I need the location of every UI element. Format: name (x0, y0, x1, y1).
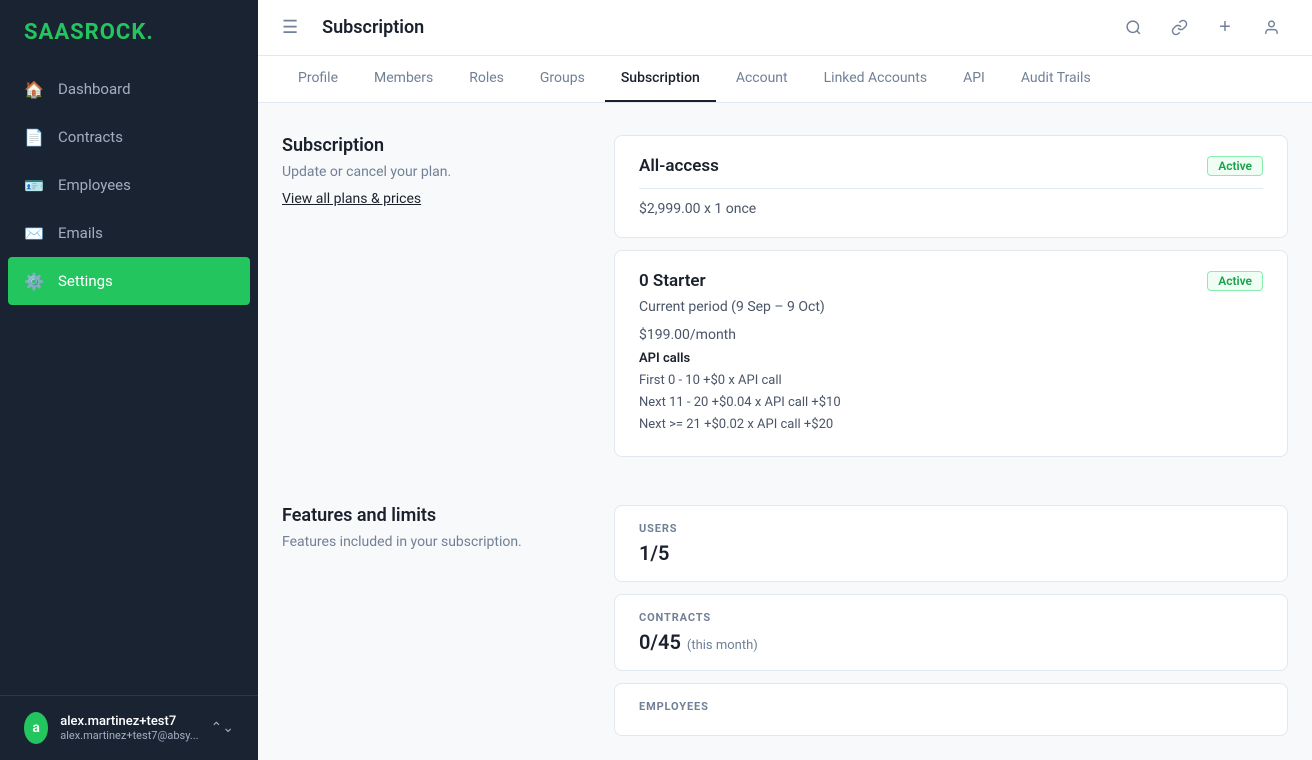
card-header: 0 Starter Active (639, 271, 1263, 291)
sidebar-item-employees[interactable]: 🪪 Employees (0, 161, 258, 209)
view-plans-link[interactable]: View all plans & prices (282, 191, 421, 207)
sidebar-item-contracts[interactable]: 📄 Contracts (0, 113, 258, 161)
api-line-3: Next >= 21 +$0.02 x API call +$20 (639, 414, 1263, 436)
sidebar-item-dashboard[interactable]: 🏠 Dashboard (0, 65, 258, 113)
employees-icon: 🪪 (24, 175, 44, 195)
sidebar-item-label: Dashboard (58, 80, 131, 98)
tab-linked-accounts[interactable]: Linked Accounts (808, 56, 943, 102)
feature-card-users: USERS 1/5 (614, 505, 1288, 582)
user-icon (1263, 19, 1280, 36)
subscription-cards: All-access Active $2,999.00 x 1 once 0 S… (614, 135, 1288, 457)
feature-label-employees: EMPLOYEES (639, 700, 1263, 713)
features-heading: Features and limits (282, 505, 582, 526)
active-badge: Active (1207, 271, 1263, 291)
feature-card-employees: EMPLOYEES (614, 683, 1288, 736)
features-description: Features included in your subscription. (282, 534, 582, 550)
sidebar: SAASROCK. 🏠 Dashboard 📄 Contracts 🪪 Empl… (0, 0, 258, 760)
contracts-icon: 📄 (24, 127, 44, 147)
user-button[interactable] (1254, 11, 1288, 45)
main-content: ☰ Subscription + Profile Members Roles G… (258, 0, 1312, 760)
features-section: Features and limits Features included in… (282, 505, 1288, 736)
section-label-subscription: Subscription Update or cancel your plan.… (282, 135, 582, 457)
subscription-heading: Subscription (282, 135, 582, 156)
plan-name: All-access (639, 156, 719, 176)
feature-label-users: USERS (639, 522, 1263, 535)
page-title: Subscription (322, 17, 1100, 38)
card-header: All-access Active (639, 156, 1263, 176)
logo: SAASROCK. (0, 0, 258, 65)
api-line-2: Next 11 - 20 +$0.04 x API call +$10 (639, 392, 1263, 414)
active-badge: Active (1207, 156, 1263, 176)
emails-icon: ✉️ (24, 223, 44, 243)
feature-card-contracts: CONTRACTS 0/45(this month) (614, 594, 1288, 671)
api-calls-label: API calls (639, 351, 1263, 366)
search-icon (1125, 19, 1142, 36)
feature-value-users: 1/5 (639, 541, 1263, 565)
tab-account[interactable]: Account (720, 56, 804, 102)
this-month-label: (this month) (687, 638, 758, 653)
sidebar-item-emails[interactable]: ✉️ Emails (0, 209, 258, 257)
sidebar-nav: 🏠 Dashboard 📄 Contracts 🪪 Employees ✉️ E… (0, 65, 258, 695)
menu-icon[interactable]: ☰ (282, 17, 298, 38)
subscription-description: Update or cancel your plan. (282, 164, 582, 180)
page-content: Subscription Update or cancel your plan.… (258, 103, 1312, 760)
topbar: ☰ Subscription + (258, 0, 1312, 56)
user-email: alex.martinez+test7@absy... (60, 729, 198, 742)
tab-audit-trails[interactable]: Audit Trails (1005, 56, 1107, 102)
sidebar-item-settings[interactable]: ⚙️ Settings (8, 257, 250, 305)
plan-price: $2,999.00 x 1 once (639, 188, 1263, 217)
home-icon: 🏠 (24, 79, 44, 99)
api-line-1: First 0 - 10 +$0 x API call (639, 370, 1263, 392)
tab-profile[interactable]: Profile (282, 56, 354, 102)
sidebar-item-label: Contracts (58, 128, 123, 146)
search-button[interactable] (1116, 11, 1150, 45)
tab-subscription[interactable]: Subscription (605, 56, 716, 102)
feature-label-contracts: CONTRACTS (639, 611, 1263, 624)
sidebar-item-label: Emails (58, 224, 103, 242)
tab-api[interactable]: API (947, 56, 1001, 102)
plan-name: 0 Starter (639, 271, 706, 291)
sidebar-item-label: Settings (58, 272, 113, 290)
tab-roles[interactable]: Roles (453, 56, 520, 102)
chevron-icon[interactable]: ⌃⌄ (211, 720, 234, 736)
plan-period: Current period (9 Sep – 9 Oct) (639, 299, 1263, 315)
user-info: alex.martinez+test7 alex.martinez+test7@… (60, 714, 198, 742)
sidebar-item-label: Employees (58, 176, 131, 194)
add-button[interactable]: + (1208, 11, 1242, 45)
section-label-features: Features and limits Features included in… (282, 505, 582, 736)
tab-groups[interactable]: Groups (524, 56, 601, 102)
link-icon (1171, 19, 1188, 36)
feature-value-contracts: 0/45(this month) (639, 630, 1263, 654)
subscription-section: Subscription Update or cancel your plan.… (282, 135, 1288, 457)
plan-monthly: $199.00/month (639, 327, 1263, 343)
link-button[interactable] (1162, 11, 1196, 45)
plan-card-starter: 0 Starter Active Current period (9 Sep –… (614, 250, 1288, 457)
tab-members[interactable]: Members (358, 56, 449, 102)
logo-dot: . (146, 20, 153, 45)
logo-text: SAAS (24, 20, 85, 45)
tabs-bar: Profile Members Roles Groups Subscriptio… (258, 56, 1312, 103)
feature-cards: USERS 1/5 CONTRACTS 0/45(this month) EMP… (614, 505, 1288, 736)
settings-icon: ⚙️ (24, 271, 44, 291)
topbar-actions: + (1116, 11, 1288, 45)
avatar: a (24, 712, 48, 744)
user-name: alex.martinez+test7 (60, 714, 198, 729)
plan-card-all-access: All-access Active $2,999.00 x 1 once (614, 135, 1288, 238)
sidebar-footer: a alex.martinez+test7 alex.martinez+test… (0, 695, 258, 760)
